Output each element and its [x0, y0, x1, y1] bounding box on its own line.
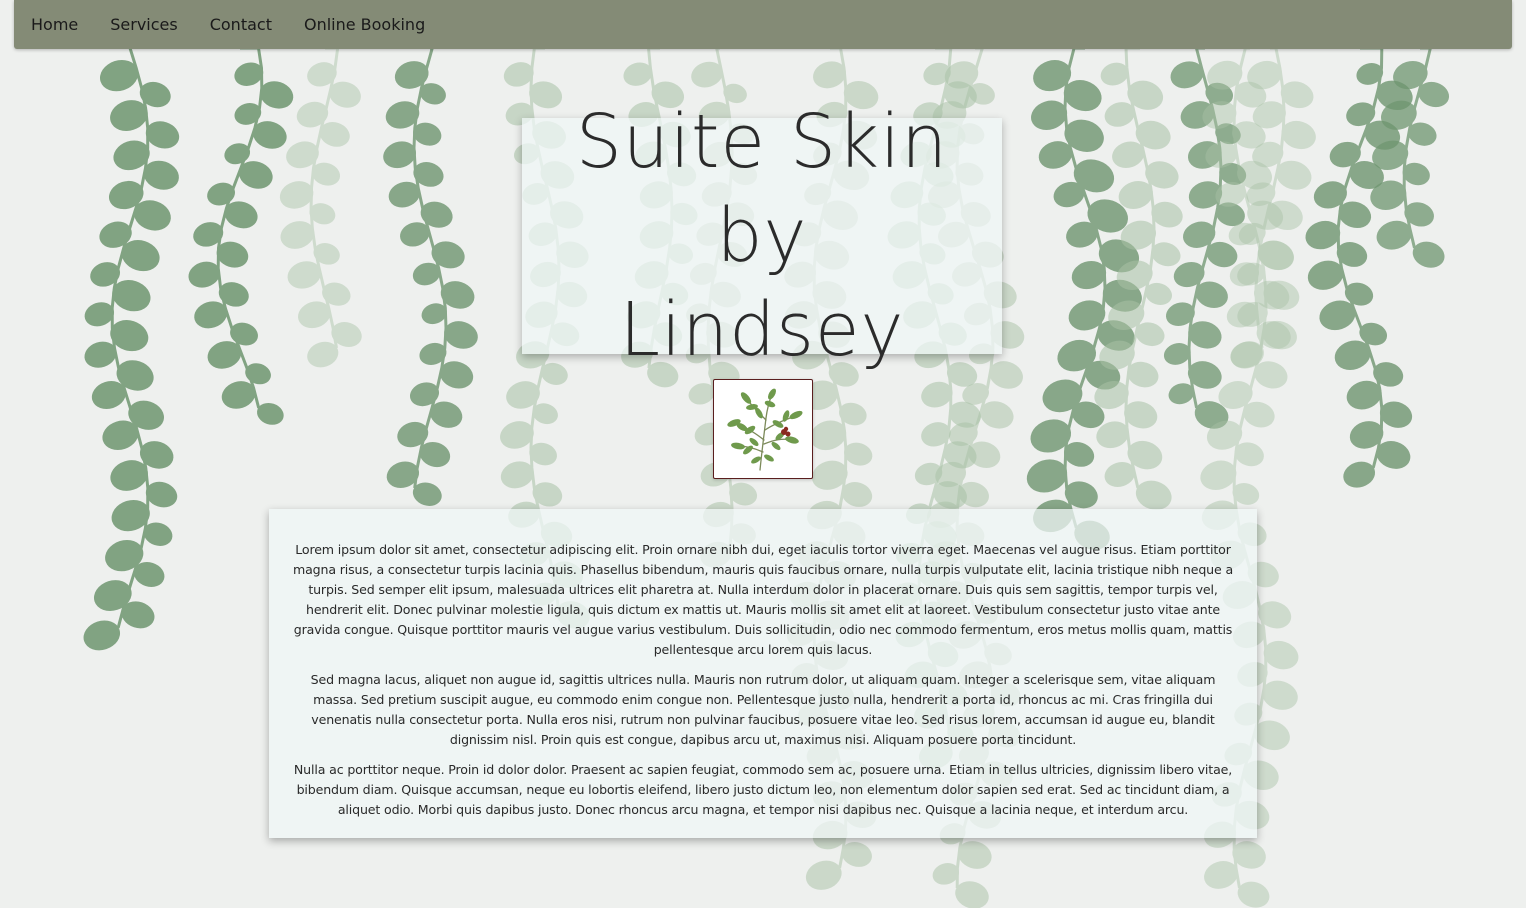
- intro-paragraph-3: Nulla ac porttitor neque. Proin id dolor…: [293, 762, 1233, 817]
- title-panel: Suite Skin by Lindsey: [522, 99, 1002, 373]
- green-leaf-sprig-icon: [727, 388, 803, 471]
- site-title-line-1: Suite Skin by: [575, 99, 949, 279]
- top-navbar: Home Services Contact Online Booking: [14, 0, 1512, 49]
- vine: [188, 48, 294, 425]
- nav-online-booking-link[interactable]: Online Booking: [288, 0, 441, 49]
- nav-contact-link[interactable]: Contact: [194, 0, 288, 49]
- site-title: Suite Skin by Lindsey: [527, 95, 997, 377]
- intro-paragraph-1: Lorem ipsum dolor sit amet, consectetur …: [292, 542, 1234, 657]
- nav-home-link[interactable]: Home: [14, 0, 94, 49]
- logo[interactable]: [713, 379, 813, 479]
- vine: [383, 48, 478, 506]
- vine: [83, 48, 180, 651]
- page: Home Services Contact Online Booking Sui…: [0, 0, 1526, 908]
- nav-services-link[interactable]: Services: [94, 0, 193, 49]
- intro-text-panel: Lorem ipsum dolor sit amet, consectetur …: [269, 509, 1257, 838]
- intro-paragraph-2: Sed magna lacus, aliquet non augue id, s…: [310, 672, 1216, 747]
- site-title-line-2: Lindsey: [619, 287, 905, 373]
